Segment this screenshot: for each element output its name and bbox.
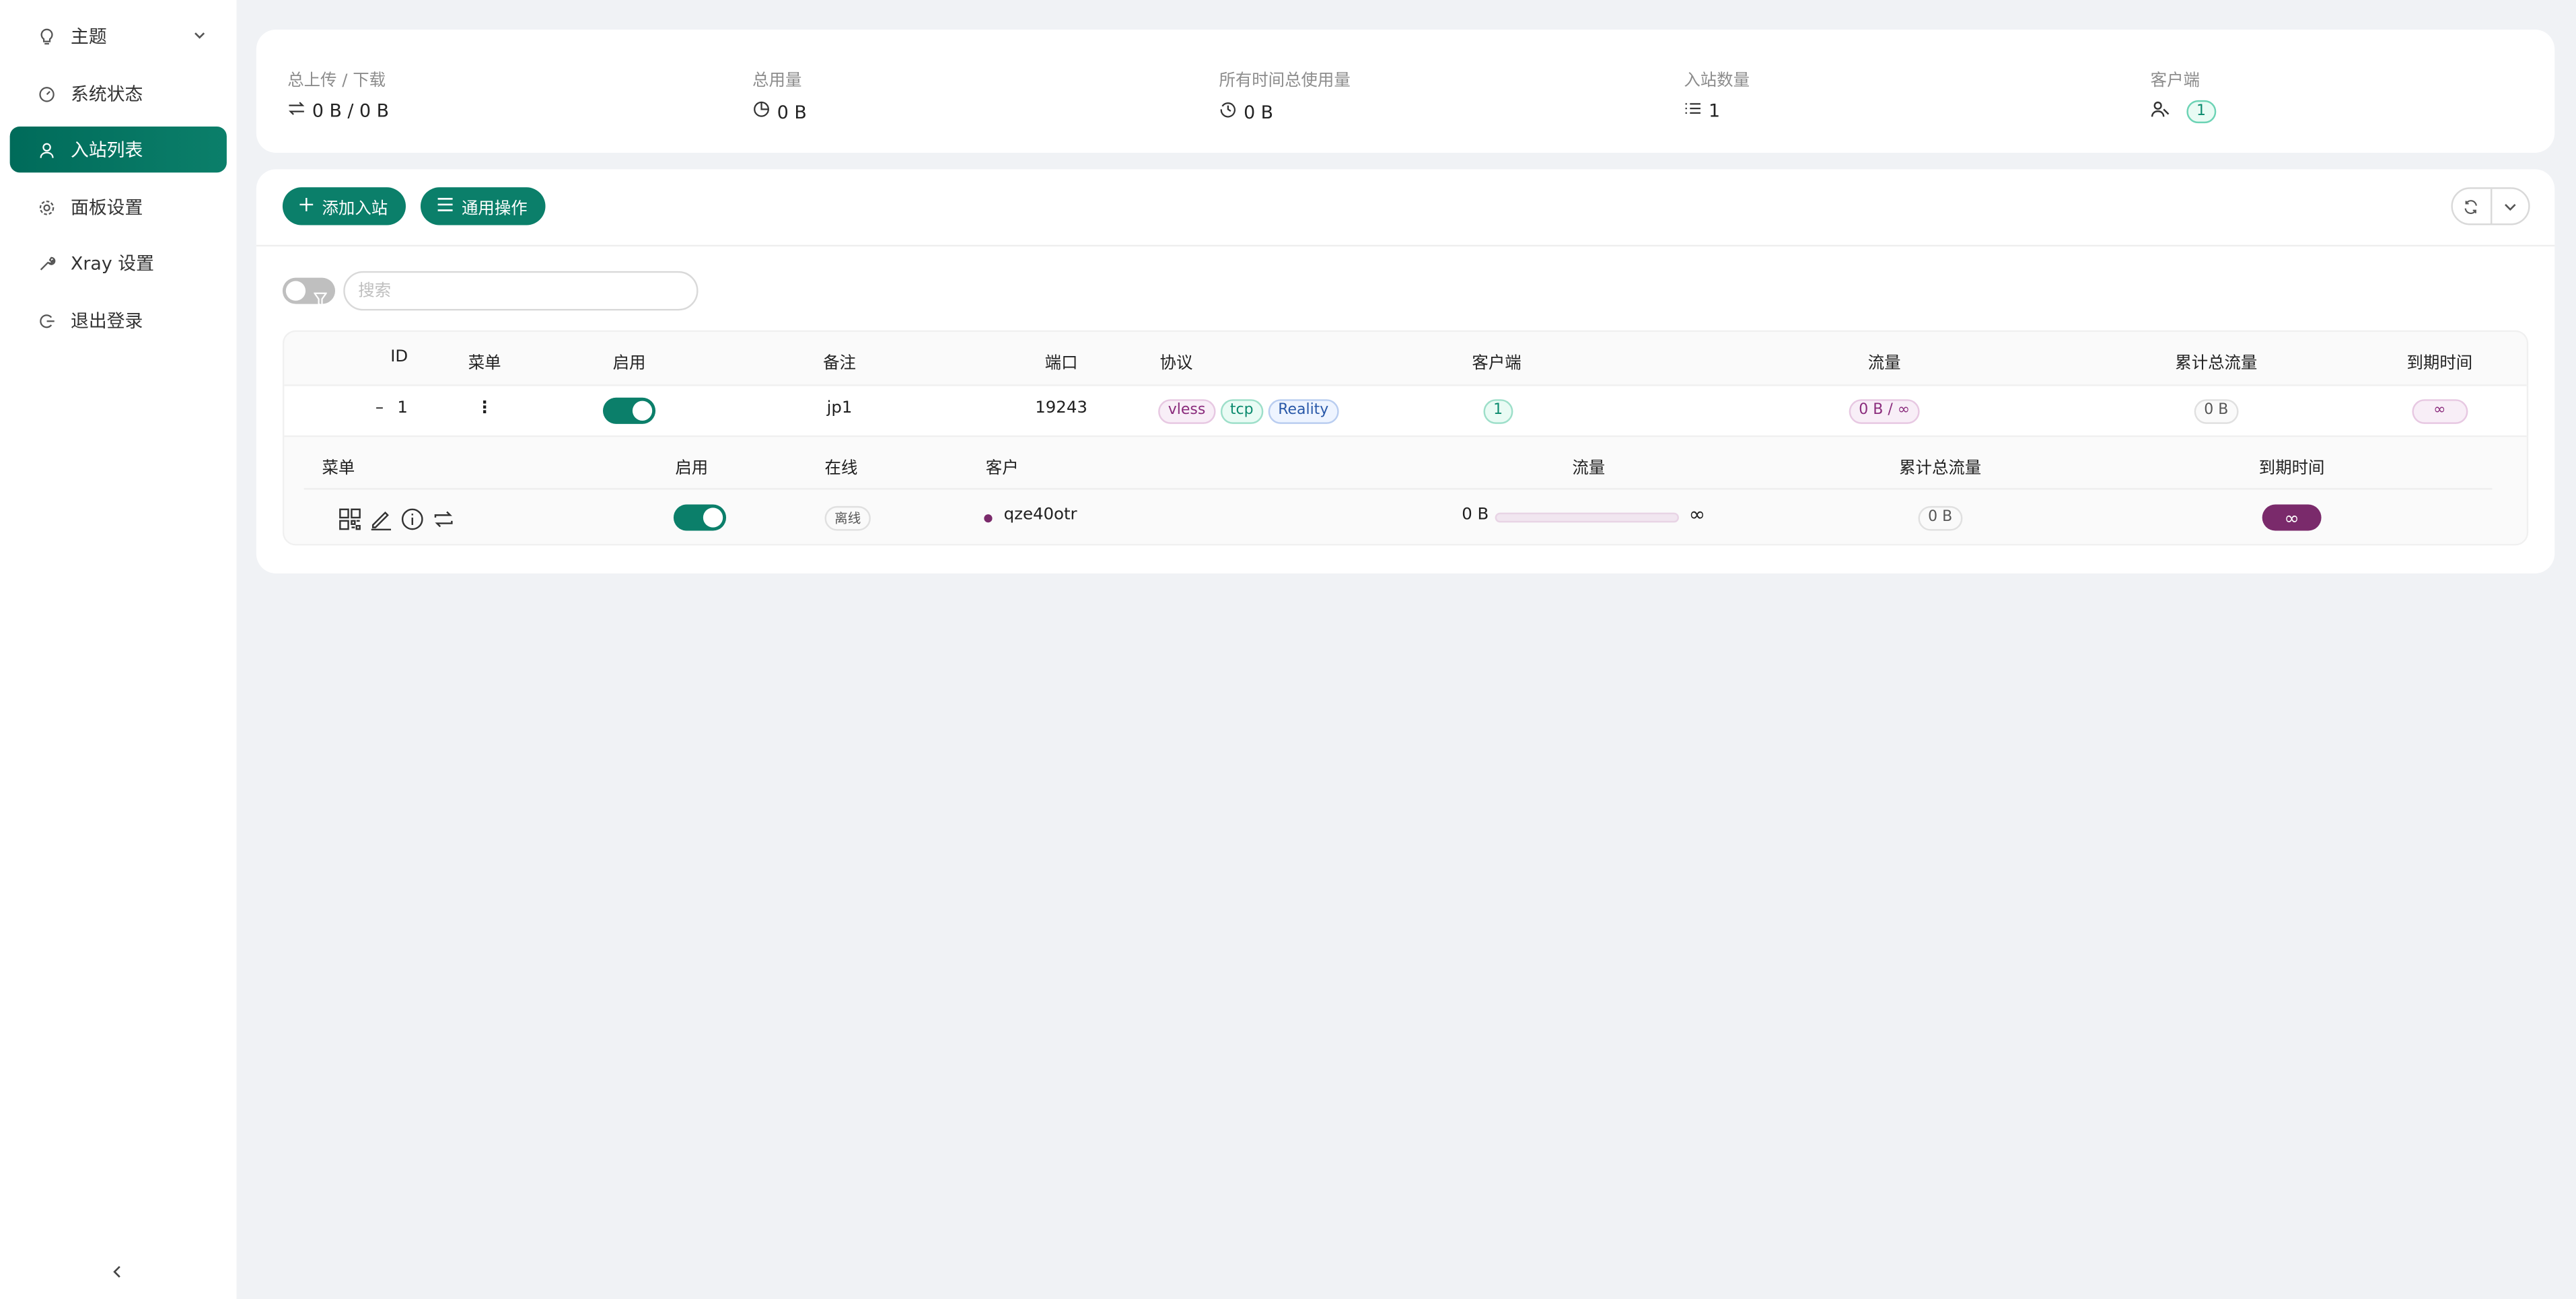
stat-total-usage: 总用量 0 B	[752, 72, 807, 123]
stat-upload-download: 总上传 / 下载 0 B / 0 B	[287, 72, 390, 122]
chevron-down-icon	[192, 26, 207, 48]
client-row: 离线 qze40otr 0 B ∞ 0 B ∞	[284, 489, 2527, 545]
sync-icon	[2463, 190, 2479, 221]
menu-icon	[437, 197, 462, 216]
security-tag: Reality	[1268, 399, 1338, 424]
general-actions-button[interactable]: 通用操作	[420, 187, 546, 225]
client-enable-switch[interactable]	[673, 504, 727, 531]
transport-tag: tcp	[1220, 399, 1264, 424]
status-dot	[984, 514, 993, 523]
chevron-down-icon	[2501, 190, 2517, 221]
client-total-traffic-badge: 0 B	[1918, 505, 1962, 531]
refresh-button[interactable]	[2453, 188, 2492, 224]
traffic-progress-bar	[1495, 512, 1680, 523]
stat-inbound-count: 入站数量 1	[1684, 72, 1750, 122]
gear-icon	[36, 197, 56, 217]
sidebar-item-inbounds[interactable]: 入站列表	[9, 126, 227, 173]
refresh-controls	[2451, 187, 2530, 225]
client-table-header: 菜单 启用 在线 客户 流量 累计总流量 到期时间	[284, 437, 2527, 490]
divider	[256, 244, 2555, 247]
list-icon	[1684, 100, 1709, 122]
history-icon	[1219, 100, 1244, 123]
protocol-tag: vless	[1158, 399, 1215, 424]
dashboard-icon	[36, 84, 56, 104]
filter-toggle[interactable]	[282, 277, 336, 307]
filter-icon	[313, 283, 328, 314]
sidebar: 主题 系统状态 入站列表 面板设置 Xray 设置 退出登录	[0, 0, 237, 1299]
edit-icon[interactable]	[369, 506, 392, 537]
client-email: qze40otr	[1003, 505, 1077, 524]
tool-icon	[36, 253, 56, 273]
refresh-options-dropdown[interactable]	[2491, 189, 2528, 223]
sidebar-item-system-status[interactable]: 系统状态	[10, 71, 227, 116]
sidebar-item-label: 面板设置	[70, 197, 143, 219]
table-row: – 1 ⋮ jp1 19243 vless tcp Reality 1 0 B / …	[284, 386, 2527, 437]
total-traffic-badge: 0 B	[2194, 399, 2238, 424]
stats-card: 总上传 / 下载 0 B / 0 B 总用量 0 B 所有时间总使用量 0 B …	[256, 29, 2555, 153]
sidebar-item-label: Xray 设置	[70, 252, 155, 275]
collapse-sidebar-button[interactable]	[105, 1259, 128, 1282]
sidebar-item-label: 主题	[70, 26, 107, 48]
bulb-icon	[36, 26, 56, 46]
qrcode-icon[interactable]	[338, 506, 361, 537]
swap-icon	[287, 100, 312, 122]
search-input[interactable]	[343, 271, 699, 311]
row-menu-button[interactable]: ⋮	[476, 399, 493, 417]
sidebar-item-label: 入站列表	[70, 139, 143, 162]
inbound-enable-switch[interactable]	[602, 397, 656, 424]
sidebar-item-panel-settings[interactable]: 面板设置	[10, 184, 227, 230]
sidebar-item-xray-settings[interactable]: Xray 设置	[10, 240, 227, 285]
inbounds-card: 添加入站 通用操作 ID 菜单 启用 备注 端口	[256, 169, 2555, 574]
users-icon	[2151, 100, 2177, 123]
traffic-badge: 0 B / ∞	[1849, 399, 1920, 424]
clients-count-badge: 1	[2186, 100, 2216, 124]
stat-alltime-usage: 所有时间总使用量 0 B	[1219, 72, 1351, 123]
stat-clients: 客户端 1	[2151, 66, 2216, 124]
sidebar-item-label: 退出登录	[70, 310, 143, 332]
protocol-tags: vless tcp Reality	[1158, 399, 1343, 424]
pie-chart-icon	[752, 100, 777, 123]
reset-traffic-icon[interactable]	[432, 506, 455, 537]
chevron-left-icon	[109, 1255, 124, 1286]
expand-button[interactable]: –	[375, 399, 384, 417]
client-expiry-badge: ∞	[2262, 504, 2322, 531]
sidebar-item-theme[interactable]: 主题	[10, 13, 227, 59]
clients-badge[interactable]: 1	[1483, 399, 1513, 424]
table-header: ID 菜单 启用 备注 端口 协议 客户端 流量 累计总流量 到期时间	[284, 332, 2527, 386]
online-status-badge: 离线	[824, 505, 871, 531]
sidebar-item-logout[interactable]: 退出登录	[10, 297, 227, 343]
logout-icon	[36, 310, 56, 330]
inbounds-table: ID 菜单 启用 备注 端口 协议 客户端 流量 累计总流量 到期时间 – 1 …	[282, 330, 2529, 546]
user-icon	[36, 140, 56, 160]
add-inbound-button[interactable]: 添加入站	[282, 187, 406, 225]
expiry-badge: ∞	[2412, 399, 2468, 424]
sidebar-item-label: 系统状态	[70, 83, 143, 106]
info-icon[interactable]	[401, 506, 424, 537]
plus-icon	[299, 197, 322, 216]
